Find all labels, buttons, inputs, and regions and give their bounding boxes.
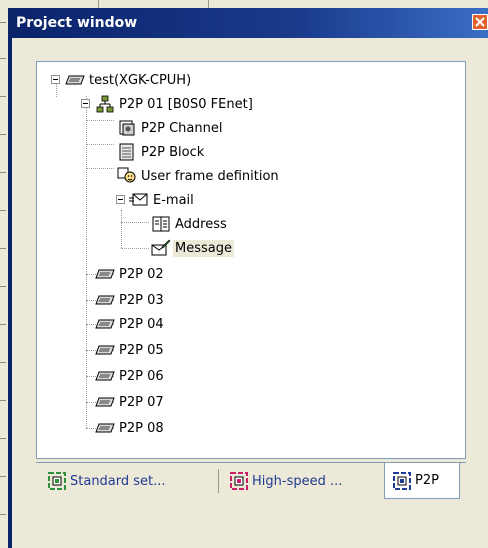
top-edge-frame bbox=[8, 0, 488, 8]
p2p-icon bbox=[393, 471, 411, 490]
tree-item-label: Address bbox=[175, 216, 227, 232]
high-speed-link-icon bbox=[230, 472, 248, 490]
tree-item-email[interactable]: E-mail bbox=[129, 190, 196, 210]
plc-module-icon bbox=[95, 291, 115, 309]
tree-item-label: P2P 05 bbox=[119, 342, 164, 358]
plc-module-icon bbox=[95, 265, 115, 283]
tree-item-user-frame[interactable]: User frame definition bbox=[117, 166, 281, 186]
expand-toggle-email[interactable] bbox=[116, 195, 125, 204]
tree-item-label: P2P 07 bbox=[119, 394, 164, 410]
tree-item-label: P2P 03 bbox=[119, 292, 164, 308]
address-book-icon bbox=[151, 215, 171, 233]
tree-item-label: E-mail bbox=[153, 192, 194, 208]
expand-toggle-root[interactable] bbox=[51, 75, 60, 84]
tree-item-p2p07[interactable]: P2P 07 bbox=[95, 392, 166, 412]
standard-settings-icon bbox=[48, 472, 66, 490]
tab-separator bbox=[218, 469, 219, 493]
tab-label: P2P bbox=[415, 473, 439, 488]
tree-item-label: P2P 01 [B0S0 FEnet] bbox=[119, 96, 253, 112]
plc-module-icon bbox=[95, 341, 115, 359]
tab-p2p[interactable]: P2P bbox=[384, 463, 460, 499]
tree-item-label: P2P 02 bbox=[119, 266, 164, 282]
channel-icon bbox=[117, 119, 137, 137]
block-icon bbox=[117, 143, 137, 161]
tree-item-p2p08[interactable]: P2P 08 bbox=[95, 418, 166, 438]
plc-module-icon bbox=[95, 393, 115, 411]
tree-item-label: P2P 08 bbox=[119, 420, 164, 436]
tree-item-label: User frame definition bbox=[141, 168, 279, 184]
tree-item-label: P2P 06 bbox=[119, 368, 164, 384]
tree-item-label: P2P 04 bbox=[119, 316, 164, 332]
expand-toggle-p2p01[interactable] bbox=[81, 99, 90, 108]
view-tabs: Standard set... High-speed ... P2P bbox=[36, 462, 466, 502]
close-icon bbox=[475, 17, 485, 27]
tree-item-p2p-channel[interactable]: P2P Channel bbox=[117, 118, 224, 138]
tree-item-p2p05[interactable]: P2P 05 bbox=[95, 340, 166, 360]
tree-item-root[interactable]: test(XGK-CPUH) bbox=[65, 70, 193, 90]
message-icon bbox=[151, 239, 171, 257]
tree-item-p2p-block[interactable]: P2P Block bbox=[117, 142, 206, 162]
plc-module-icon bbox=[65, 71, 85, 89]
tree-item-label: test(XGK-CPUH) bbox=[89, 72, 192, 88]
tab-label: High-speed ... bbox=[252, 473, 343, 489]
project-tree[interactable]: test(XGK-CPUH) P2P 01 [B0S0 FEnet] P2P C… bbox=[36, 61, 466, 459]
tree-item-label: P2P Channel bbox=[141, 120, 223, 136]
plc-module-icon bbox=[95, 315, 115, 333]
tree-item-p2p01[interactable]: P2P 01 [B0S0 FEnet] bbox=[95, 94, 255, 114]
close-button[interactable] bbox=[472, 14, 488, 30]
tree-item-label: P2P Block bbox=[141, 144, 205, 160]
tree-item-p2p03[interactable]: P2P 03 bbox=[95, 290, 166, 310]
window-title: Project window bbox=[16, 15, 138, 31]
project-panel: test(XGK-CPUH) P2P 01 [B0S0 FEnet] P2P C… bbox=[12, 38, 488, 548]
tree-item-address[interactable]: Address bbox=[151, 214, 229, 234]
tab-label: Standard set... bbox=[70, 473, 166, 489]
network-icon bbox=[95, 95, 115, 113]
tab-high-speed-link[interactable]: High-speed ... bbox=[222, 463, 380, 499]
plc-module-icon bbox=[95, 367, 115, 385]
title-bar[interactable]: Project window bbox=[12, 8, 488, 38]
user-frame-icon bbox=[117, 167, 137, 185]
tree-item-label: Message bbox=[173, 239, 234, 257]
tab-standard-settings[interactable]: Standard set... bbox=[40, 463, 216, 499]
email-icon bbox=[129, 191, 149, 209]
tree-item-message[interactable]: Message bbox=[151, 238, 234, 258]
tree-item-p2p02[interactable]: P2P 02 bbox=[95, 264, 166, 284]
tree-item-p2p06[interactable]: P2P 06 bbox=[95, 366, 166, 386]
tree-item-p2p04[interactable]: P2P 04 bbox=[95, 314, 166, 334]
plc-module-icon bbox=[95, 419, 115, 437]
